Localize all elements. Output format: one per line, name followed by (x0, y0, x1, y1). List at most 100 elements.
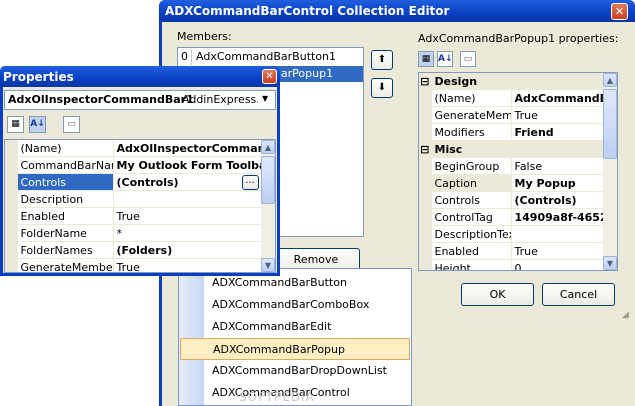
property-value[interactable]: Friend (511, 123, 604, 141)
ellipsis-button[interactable]: ... (241, 175, 259, 190)
category-row-design[interactable]: ⊟ Design (419, 73, 604, 90)
close-icon: ✕ (265, 71, 274, 82)
categorized-icon[interactable]: ▦ (418, 51, 434, 67)
properties-grid[interactable]: (Name) AdxOlInspectorCommand CommandBarNa… (4, 139, 276, 273)
sort-alphabetical-icon[interactable]: A↓ (29, 116, 46, 133)
menu-item-edit[interactable]: ADXCommandBarEdit (179, 316, 411, 338)
move-down-button[interactable]: ⬇ (371, 78, 393, 98)
scroll-down-icon[interactable]: ▼ (261, 258, 275, 272)
menu-item-combobox[interactable]: ADXCommandBarComboBox (179, 294, 411, 316)
properties-window: Properties ✕ AdxOlInspectorCommandBar1 A… (0, 66, 280, 276)
table-row[interactable]: DescriptionText (419, 225, 604, 243)
table-row[interactable]: Description (5, 190, 262, 208)
property-name: Controls (431, 191, 512, 209)
property-name: (Name) (17, 140, 114, 157)
properties-close-button[interactable]: ✕ (262, 69, 277, 84)
collection-editor-titlebar[interactable]: ADXCommandBarControl Collection Editor (159, 0, 635, 22)
sort-alphabetical-icon[interactable]: A↓ (437, 51, 453, 67)
editor-property-grid[interactable]: ⊟ Design (Name)AdxCommandBa GenerateMemb… (418, 72, 618, 271)
watermark: SOFTPEDIA DOWNLOAD.COM (239, 390, 354, 405)
menu-item-label: ADXCommandBarDropDownList (212, 364, 387, 377)
property-value[interactable]: My Outlook Form Toolbar (113, 156, 262, 174)
scroll-up-icon[interactable]: ▲ (261, 140, 275, 154)
property-value[interactable] (113, 190, 262, 208)
table-row[interactable]: Height 0 (419, 259, 604, 270)
property-name: DescriptionText (431, 225, 512, 243)
editor-grid-scrollbar[interactable]: ▲ ▼ (603, 73, 617, 270)
properties-grid-scrollbar[interactable]: ▲ ▼ (261, 140, 275, 272)
property-value[interactable]: 14909a8f-4652- (511, 208, 604, 226)
add-control-dropdown-menu: ADXCommandBarButton ADXCommandBarComboBo… (178, 268, 412, 406)
property-name: Modifiers (431, 123, 512, 141)
table-row[interactable]: (Name)AdxCommandBa (419, 89, 604, 107)
chevron-down-icon[interactable]: ▼ (262, 94, 268, 103)
scroll-thumb[interactable] (603, 89, 617, 159)
table-row[interactable]: (Name) AdxOlInspectorCommand (5, 140, 262, 157)
object-name: AdxOlInspectorCommandBar1 (8, 93, 194, 106)
properties-titlebar[interactable]: Properties (0, 66, 280, 87)
collection-editor-title: ADXCommandBarControl Collection Editor (165, 4, 450, 18)
table-row[interactable]: Controls (Controls)... (5, 173, 262, 191)
categorized-icon[interactable]: ▦ (7, 116, 24, 133)
member-index: 0 (178, 49, 192, 65)
property-pages-icon[interactable]: ▭ (460, 51, 476, 67)
table-row[interactable]: CommandBarNameMy Outlook Form Toolbar (5, 156, 262, 174)
table-row[interactable]: ControlTag 14909a8f-4652- (419, 208, 604, 226)
property-value[interactable]: (Folders) (113, 241, 262, 259)
scroll-up-icon[interactable]: ▲ (603, 73, 617, 87)
property-value[interactable]: True (511, 106, 604, 124)
property-value[interactable]: 0 (511, 259, 604, 270)
property-name: Enabled (17, 207, 114, 225)
member-name: AdxCommandBarButton1 (196, 50, 337, 63)
table-row[interactable]: GenerateMembTrue (419, 106, 604, 124)
property-name: BeginGroup (431, 157, 512, 175)
category-row-misc[interactable]: ⊟ Misc (419, 140, 604, 158)
ok-button[interactable]: OK (461, 283, 534, 306)
property-value[interactable]: AdxCommandBa (511, 89, 604, 107)
property-value[interactable]: True (113, 207, 262, 225)
property-name: GenerateMember (17, 258, 114, 272)
property-name: Controls (17, 173, 114, 191)
object-selector[interactable]: AdxOlInspectorCommandBar1 AddinExpress.V… (4, 90, 276, 110)
table-row[interactable]: BeginGroup False (419, 157, 604, 175)
move-up-button[interactable]: ⬆ (371, 50, 393, 70)
property-pages-icon[interactable]: ▭ (63, 116, 80, 133)
property-value[interactable]: False (511, 157, 604, 175)
scroll-down-icon[interactable]: ▼ (603, 256, 617, 270)
property-value[interactable] (511, 225, 604, 243)
members-label: Members: (177, 30, 232, 43)
property-value[interactable]: My Popup (511, 174, 604, 192)
list-item[interactable]: 0 AdxCommandBarButton1 (178, 49, 363, 65)
property-name: Description (17, 190, 114, 208)
category-name: Design (431, 73, 604, 90)
table-row[interactable]: FolderName * (5, 224, 262, 242)
table-row[interactable]: Enabled True (5, 207, 262, 225)
table-row[interactable]: Enabled True (419, 242, 604, 260)
cancel-button[interactable]: Cancel (542, 283, 615, 306)
controls-value: (Controls) (116, 175, 179, 189)
table-row[interactable]: GenerateMember True (5, 258, 262, 272)
property-value[interactable]: (Controls) (511, 191, 604, 209)
menu-item-popup[interactable]: ADXCommandBarPopup (180, 338, 410, 360)
editor-property-table: ⊟ Design (Name)AdxCommandBa GenerateMemb… (419, 73, 604, 270)
resize-grip-icon[interactable]: ◢ (622, 310, 632, 320)
property-value[interactable]: (Controls)... (113, 173, 262, 191)
property-value[interactable]: True (113, 258, 262, 272)
menu-item-dropdownlist[interactable]: ADXCommandBarDropDownList (179, 360, 411, 382)
property-value[interactable]: True (511, 242, 604, 260)
property-name: Enabled (431, 242, 512, 260)
menu-item-label: ADXCommandBarEdit (212, 320, 332, 333)
table-row[interactable]: FolderNames (Folders) (5, 241, 262, 259)
property-value[interactable]: AdxOlInspectorCommand (113, 140, 262, 157)
property-name: Caption (431, 174, 512, 192)
scroll-thumb[interactable] (261, 156, 275, 204)
collection-editor-close-button[interactable]: ✕ (611, 3, 628, 20)
menu-item-label: ADXCommandBarComboBox (212, 298, 370, 311)
table-row[interactable]: Controls (Controls) (419, 191, 604, 209)
table-row[interactable]: Modifiers Friend (419, 123, 604, 141)
expander-icon[interactable]: ⊟ (419, 73, 432, 90)
property-value[interactable]: * (113, 224, 262, 242)
expander-icon[interactable]: ⊟ (419, 140, 432, 158)
table-row[interactable]: Caption My Popup (419, 174, 604, 192)
remove-label: Remove (293, 253, 339, 266)
